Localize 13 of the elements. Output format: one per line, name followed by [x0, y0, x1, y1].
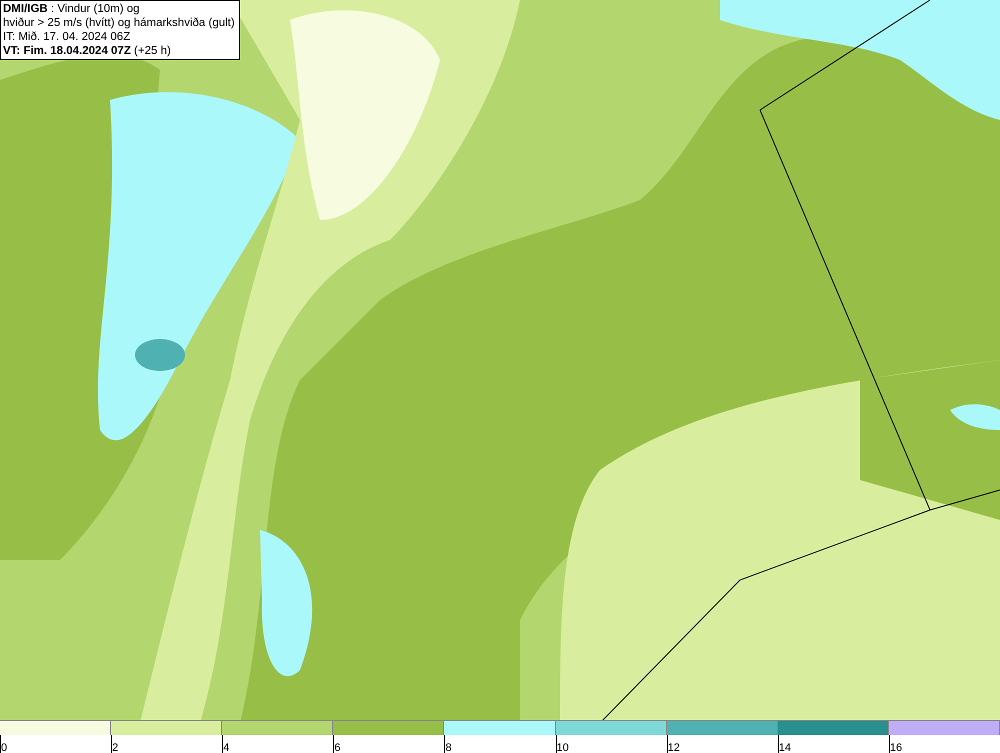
- info-text: hviður > 25 m/s (hvítt) og hámarkshviða (gult): [3, 16, 235, 30]
- legend-label: 6: [334, 741, 340, 753]
- legend-label: 12: [668, 741, 680, 753]
- legend-label: 8: [445, 741, 452, 753]
- legend-label: 14: [778, 741, 792, 753]
- info-text: DMI/IGB : Vindur (10m) og: [3, 2, 141, 16]
- info-text: IT: Mið. 17. 04. 2024 06Z: [3, 30, 132, 44]
- legend-label: 16: [890, 741, 902, 753]
- legend-label: 10: [556, 741, 569, 753]
- legend-label: 2: [112, 741, 118, 753]
- legend-label: 4: [223, 741, 230, 753]
- legend-label: 0: [1, 741, 8, 753]
- info-text: VT: Fim. 18.04.2024 07Z (+25 h): [3, 44, 172, 58]
